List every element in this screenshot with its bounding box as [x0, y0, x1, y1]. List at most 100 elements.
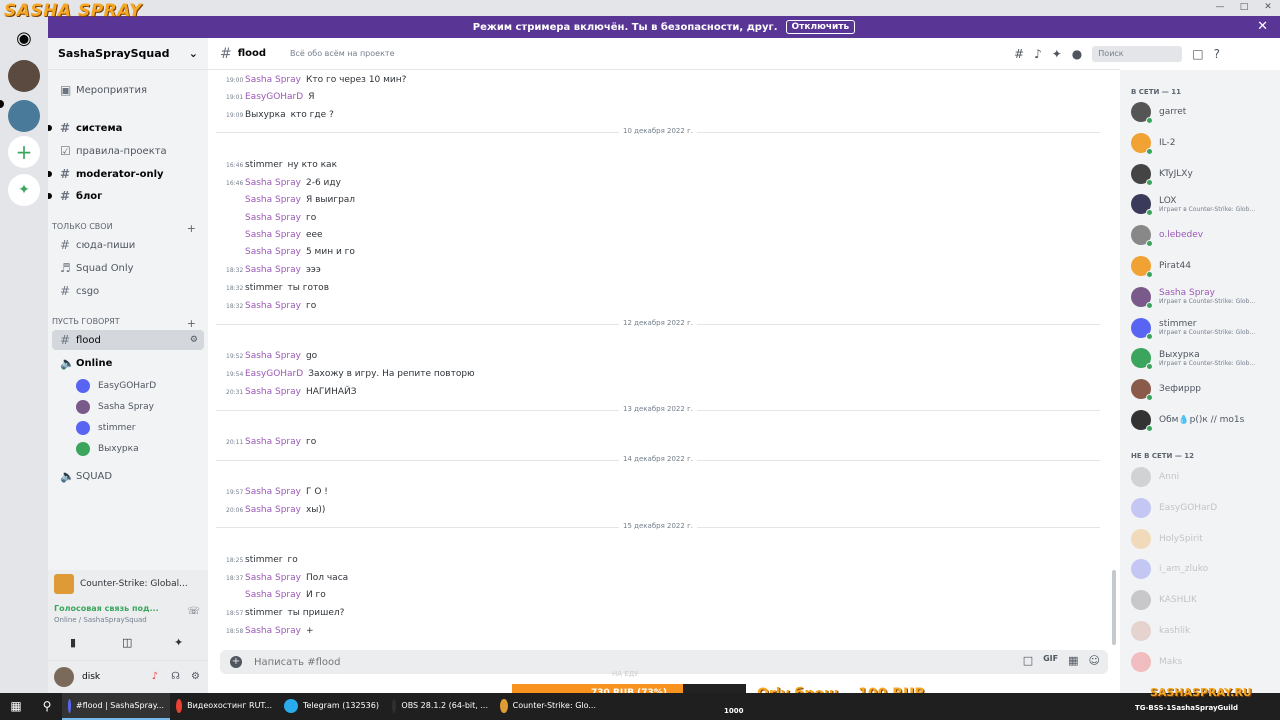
message-row[interactable]: 20:31 Sasha Spray НАГИНАЙЗ [226, 384, 357, 400]
message-author[interactable]: Выхурка [245, 110, 286, 120]
message-author[interactable]: stimmer [245, 608, 283, 618]
minimize-icon[interactable]: — [1208, 0, 1232, 16]
member-item[interactable]: IL-2 [1131, 131, 1279, 155]
gear-icon[interactable]: ⚙ [190, 335, 198, 345]
message-author[interactable]: Sasha Spray [245, 247, 301, 257]
message-author[interactable]: Sasha Spray [245, 590, 301, 600]
message-row[interactable]: 19:57 Sasha Spray Г О ! [226, 484, 328, 500]
taskbar-app[interactable]: Telegram (132536) [278, 693, 386, 720]
message-author[interactable]: Sasha Spray [245, 75, 301, 85]
add-server-icon[interactable]: + [8, 136, 40, 168]
members-icon[interactable]: ● [1072, 47, 1082, 61]
message-author[interactable]: EasyGOHarD [245, 92, 303, 102]
server-avatar-icon[interactable] [8, 60, 40, 92]
message-author[interactable]: stimmer [245, 555, 283, 565]
member-item[interactable]: Обм💧р()к // mo1s [1131, 408, 1279, 432]
message-author[interactable]: Sasha Spray [245, 437, 301, 447]
taskbar-app[interactable]: #flood | SashaSpray... [62, 693, 170, 720]
emoji-icon[interactable]: ☺ [1089, 654, 1100, 667]
member-item[interactable]: Maks [1131, 650, 1279, 674]
message-row[interactable]: 19:52 Sasha Spray go [226, 348, 317, 364]
member-item[interactable]: kashlik [1131, 619, 1279, 643]
message-row[interactable]: Sasha Spray Я выиграл [226, 192, 355, 208]
message-author[interactable]: Sasha Spray [245, 387, 301, 397]
message-author[interactable]: Sasha Spray [245, 351, 301, 361]
scrollbar[interactable] [1112, 570, 1116, 645]
message-list[interactable]: 19:00 Sasha Spray Кто го через 10 мин? 19:0… [208, 70, 1112, 645]
member-item[interactable]: o.lebedev [1131, 223, 1279, 248]
windows-start-icon[interactable]: ▦ [0, 693, 32, 720]
message-author[interactable]: stimmer [245, 160, 283, 170]
message-author[interactable]: stimmer [245, 283, 283, 293]
discord-home-icon[interactable]: ◉ [8, 22, 40, 54]
member-item[interactable]: i_am_zluko [1131, 557, 1279, 581]
message-row[interactable]: 16:46 Sasha Spray 2-6 иду [226, 175, 341, 191]
gear-icon[interactable]: ⚙ [191, 671, 200, 682]
message-row[interactable]: Sasha Spray го [226, 210, 316, 226]
message-row[interactable]: Sasha Spray И го [226, 587, 326, 603]
taskbar-app[interactable]: Видеохостинг RUT... [170, 693, 278, 720]
message-author[interactable]: EasyGOHarD [245, 369, 303, 379]
headphones-icon[interactable]: ☊ [171, 671, 180, 682]
voice-user[interactable]: stimmer [76, 421, 136, 435]
message-row[interactable]: 18:32 Sasha Spray эээ [226, 262, 321, 278]
message-author[interactable]: Sasha Spray [245, 230, 301, 240]
voice-channel-online[interactable]: 🔈 Online [52, 353, 204, 373]
plus-icon[interactable]: + [187, 317, 196, 330]
voice-user[interactable]: Sasha Spray [76, 400, 154, 414]
category-header[interactable]: только свои + [52, 222, 204, 235]
plus-icon[interactable]: + [187, 222, 196, 235]
pin-icon[interactable]: ✦ [1052, 47, 1062, 61]
member-item[interactable]: garret [1131, 100, 1279, 124]
message-input[interactable] [254, 656, 854, 668]
channel-syuda-pishi[interactable]: # сюда-пиши [52, 235, 204, 255]
member-item[interactable]: LOX Играет в Counter-Strike: Glob... [1131, 192, 1279, 217]
channel-moderator-only[interactable]: # moderator-only [48, 164, 204, 184]
message-row[interactable]: Sasha Spray 5 мин и го [226, 244, 355, 260]
message-author[interactable]: Sasha Spray [245, 573, 301, 583]
disconnect-icon[interactable]: ☏ [187, 606, 200, 617]
close-icon[interactable]: ✕ [1257, 19, 1268, 34]
member-item[interactable]: KASHLIK [1131, 588, 1279, 612]
member-item[interactable]: Выхурка Играет в Counter-Strike: Glob... [1131, 346, 1279, 371]
member-item[interactable]: Зефиррр [1131, 377, 1279, 402]
message-row[interactable]: Sasha Spray еее [226, 227, 323, 243]
member-item[interactable]: EasyGOHarD [1131, 496, 1279, 520]
message-author[interactable]: Sasha Spray [245, 626, 301, 636]
channel-blog[interactable]: # блог [48, 186, 204, 206]
message-row[interactable]: 18:57 stimmer ты пришел? [226, 605, 344, 621]
events-item[interactable]: ▣ Мероприятия [52, 80, 204, 100]
member-item[interactable]: Sasha Spray Играет в Counter-Strike: Glob… [1131, 285, 1279, 309]
message-row[interactable]: 18:25 stimmer го [226, 552, 298, 568]
gif-icon[interactable]: GIF [1043, 654, 1058, 667]
member-item[interactable]: stimmer Играет в Counter-Strike: Glob... [1131, 316, 1279, 340]
close-icon[interactable]: ✕ [1256, 0, 1280, 16]
member-item[interactable]: HolySpirit [1131, 527, 1279, 551]
channel-squad-only[interactable]: ♬ Squad Only [52, 258, 204, 278]
gift-icon[interactable]: □ [1023, 654, 1033, 667]
disable-streamer-mode-button[interactable]: Отключить [785, 20, 856, 34]
message-row[interactable]: 18:32 Sasha Spray го [226, 298, 316, 314]
voice-channel-squad[interactable]: 🔈 SQUAD [52, 466, 204, 486]
taskbar-app[interactable]: Counter-Strike: Glo... [494, 693, 602, 720]
taskbar-app[interactable]: OBS 28.1.2 (64-bit, ... [386, 693, 494, 720]
explore-servers-icon[interactable]: ✦ [8, 174, 40, 206]
channel-flood[interactable]: # flood ⚙ [52, 330, 204, 350]
message-author[interactable]: Sasha Spray [245, 505, 301, 515]
server-avatar-icon[interactable] [8, 100, 40, 132]
message-row[interactable]: 19:01 EasyGOHarD Я [226, 89, 314, 105]
message-row[interactable]: 19:00 Sasha Spray Кто го через 10 мин? [226, 72, 406, 88]
video-icon[interactable]: ▮ [70, 636, 76, 649]
now-playing[interactable]: Counter-Strike: Global... [54, 574, 188, 594]
maximize-icon[interactable]: □ [1232, 0, 1256, 16]
message-row[interactable]: 18:58 Sasha Spray + [226, 623, 314, 639]
member-item[interactable]: Anni [1131, 465, 1279, 489]
message-author[interactable]: Sasha Spray [245, 178, 301, 188]
message-row[interactable]: 18:32 stimmer ты готов [226, 280, 329, 296]
channel-sistema[interactable]: # система [48, 118, 204, 138]
threads-icon[interactable]: # [1014, 47, 1024, 61]
member-item[interactable]: Pirat44 [1131, 254, 1279, 278]
search-input[interactable]: Поиск [1092, 46, 1183, 62]
message-author[interactable]: Sasha Spray [245, 265, 301, 275]
voice-user[interactable]: EasyGOHarD [76, 379, 156, 393]
